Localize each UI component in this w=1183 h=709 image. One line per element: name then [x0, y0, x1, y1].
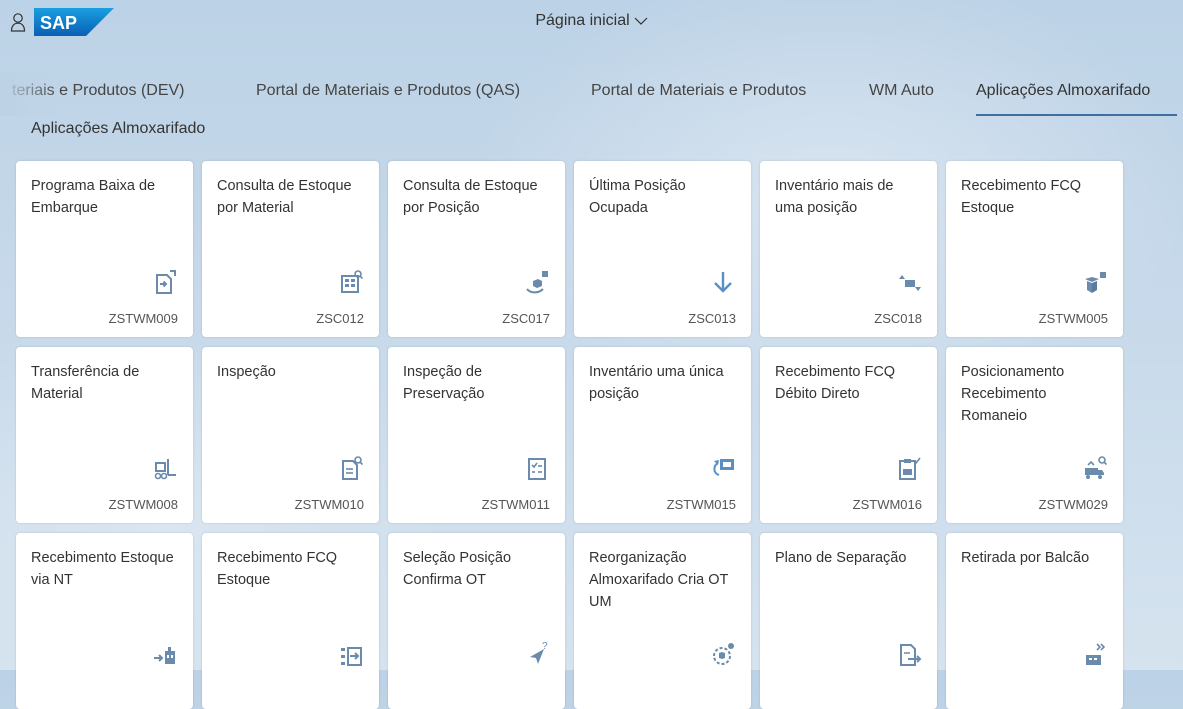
group-tab-bar: teriais e Produtos (DEV) Portal de Mater… [0, 72, 1183, 116]
tile-recebimento-fcq-debito-direto[interactable]: Recebimento FCQ Débito Direto ZSTWM016 [760, 347, 937, 523]
tile-inspecao[interactable]: Inspeção ZSTWM010 [202, 347, 379, 523]
document-inspect-icon [342, 456, 364, 480]
tile-title: Inspeção de Preservação [403, 364, 485, 402]
tile-recebimento-fcq-estoque-2[interactable]: Recebimento FCQ Estoque [202, 533, 379, 709]
tile-code: ZSTWM015 [666, 497, 736, 512]
tile-code: ZSTWM029 [1038, 497, 1108, 512]
tab-wm-auto[interactable]: WM Auto [869, 82, 934, 100]
tile-title: Retirada por Balcão [961, 550, 1090, 566]
counter-forward-icon [1086, 643, 1106, 665]
page-title-menu[interactable]: Página inicial [0, 12, 1183, 30]
tile-title: Inspeção [217, 364, 276, 380]
chevron-down-icon [634, 17, 648, 25]
tile-title: Recebimento FCQ Estoque [217, 550, 338, 588]
tile-code: ZSTWM010 [294, 497, 364, 512]
tile-ultima-posicao-ocupada[interactable]: Última Posição Ocupada ZSC013 [574, 161, 751, 337]
monitor-arrow-icon [713, 459, 734, 476]
list-arrow-icon [341, 647, 362, 666]
tile-plano-separacao[interactable]: Plano de Separação [760, 533, 937, 709]
tile-title: Inventário uma única posição [589, 364, 724, 402]
tile-consulta-estoque-material[interactable]: Consulta de Estoque por Material ZSC012 [202, 161, 379, 337]
tile-title: Consulta de Estoque por Material [217, 178, 352, 216]
truck-search-icon [1085, 456, 1108, 479]
tile-code: ZSTWM009 [108, 311, 178, 326]
tile-title: Posicionamento Recebimento Romaneio [961, 364, 1065, 424]
tab-materiais[interactable]: Portal de Materiais e Produtos [591, 82, 806, 100]
active-tab-indicator [976, 114, 1177, 116]
tile-inventario-unica-posicao[interactable]: Inventário uma única posição ZSTWM015 [574, 347, 751, 523]
table-search-icon [341, 270, 364, 293]
tile-title: Plano de Separação [775, 550, 907, 566]
tile-title: Seleção Posição Confirma OT [403, 550, 512, 588]
clipboard-check-icon [899, 457, 921, 480]
tile-recebimento-fcq-estoque[interactable]: Recebimento FCQ Estoque ZSTWM005 [946, 161, 1123, 337]
tile-recebimento-estoque-nt[interactable]: Recebimento Estoque via NT [16, 533, 193, 709]
tile-code: ZSTWM011 [481, 497, 550, 512]
shell-bar: SAP Página inicial [0, 0, 1183, 44]
document-export-icon [900, 644, 922, 666]
open-box-icon [1085, 272, 1106, 293]
tile-code: ZSC018 [874, 311, 922, 326]
tile-code: ZSTWM008 [108, 497, 178, 512]
boxes-icon [713, 643, 734, 665]
group-title: Aplicações Almoxarifado [31, 120, 206, 137]
tile-consulta-estoque-posicao[interactable]: Consulta de Estoque por Posição ZSC017 [388, 161, 565, 337]
tile-title: Recebimento Estoque via NT [31, 550, 174, 588]
checklist-icon [528, 458, 546, 480]
tile-code: ZSTWM005 [1038, 311, 1108, 326]
tile-retirada-balcao[interactable]: Retirada por Balcão [946, 533, 1123, 709]
tile-code: ZSC013 [688, 311, 736, 326]
tile-selecao-posicao-confirma-ot[interactable]: Seleção Posição Confirma OT ? [388, 533, 565, 709]
location-question-icon: ? [530, 641, 548, 664]
tile-title: Recebimento FCQ Estoque [961, 178, 1082, 216]
forklift-icon [154, 459, 176, 480]
page-title: Página inicial [535, 12, 630, 29]
tile-programa-baixa-embarque[interactable]: Programa Baixa de Embarque ZSTWM009 [16, 161, 193, 337]
tile-title: Consulta de Estoque por Posição [403, 178, 538, 216]
tile-code: ZSTWM016 [852, 497, 922, 512]
tab-aplicacoes-almoxarifado[interactable]: Aplicações Almoxarifado [976, 82, 1150, 100]
warehouse-arrow-icon [154, 647, 175, 664]
tab-overflow-fade [0, 72, 60, 116]
box-location-icon [526, 271, 548, 294]
tile-title: Programa Baixa de Embarque [31, 178, 156, 216]
tab-materiais-qas[interactable]: Portal de Materiais e Produtos (QAS) [256, 82, 520, 100]
transfer-arrows-icon [899, 275, 921, 291]
tile-transferencia-material[interactable]: Transferência de Material ZSTWM008 [16, 347, 193, 523]
tile-posicionamento-recebimento-romaneio[interactable]: Posicionamento Recebimento Romaneio ZSTW… [946, 347, 1123, 523]
tile-title: Última Posição Ocupada [589, 178, 686, 216]
tile-title: Inventário mais de uma posição [775, 178, 894, 216]
arrow-down-icon [714, 272, 732, 293]
tile-code: ZSC017 [502, 311, 550, 326]
tile-reorganizacao-almoxarifado[interactable]: Reorganização Almoxarifado Cria OT UM [574, 533, 751, 709]
tile-title: Recebimento FCQ Débito Direto [775, 364, 896, 402]
tile-title: Transferência de Material [31, 364, 140, 402]
document-arrow-icon [156, 270, 176, 294]
tile-inventario-mais-posicao[interactable]: Inventário mais de uma posição ZSC018 [760, 161, 937, 337]
tile-inspecao-preservacao[interactable]: Inspeção de Preservação ZSTWM011 [388, 347, 565, 523]
tile-code: ZSC012 [316, 311, 364, 326]
svg-text:?: ? [542, 641, 548, 652]
tile-title: Reorganização Almoxarifado Cria OT UM [589, 550, 729, 610]
